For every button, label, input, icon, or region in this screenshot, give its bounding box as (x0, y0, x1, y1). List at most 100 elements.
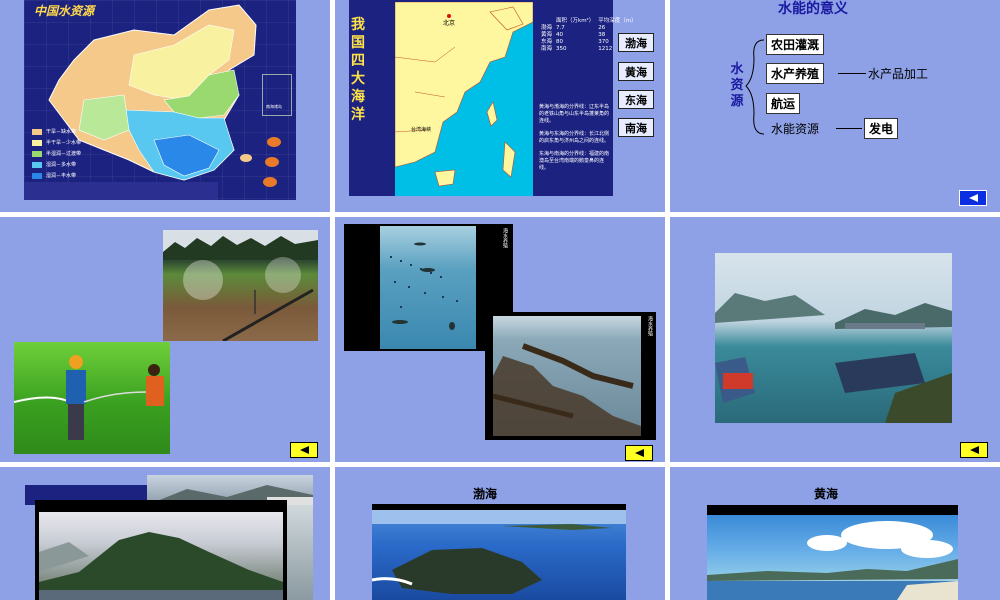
back-button[interactable] (625, 445, 653, 461)
note-text: 黄海与东海的分界线：长江北侧的启东角与济州岛之间的连线。 (539, 131, 610, 144)
table-cell: 40 (556, 32, 564, 38)
table-header: 面积（万km²） (556, 18, 595, 24)
legend-item: 半干旱－少水带 (32, 137, 81, 148)
slide-thumbnail-water-map[interactable]: 中国水资源 干旱－缺水带 半干旱－少水带 半湿润－过渡带 湿润－多水带 湿润－丰… (0, 0, 330, 212)
bohai-image (372, 510, 626, 600)
legend-label: 半湿润－过渡带 (46, 151, 82, 157)
photo-caption: 海水养殖 (647, 316, 653, 336)
power-box: 发电 (864, 118, 899, 139)
slide-thumbnail-irrigation-photos[interactable] (0, 217, 330, 462)
table-header-row: 面积（万km²） 平均深度（m） (539, 18, 639, 25)
triangle-left-icon (969, 446, 979, 454)
note-text: 东海与南海的分界线：福建的南澳岛至台湾南端的鹅銮鼻的连线。 (539, 151, 610, 171)
slide-title: 水能的意义 (778, 1, 848, 17)
table-cell: 渤海 (541, 25, 553, 31)
dam-image (39, 512, 283, 600)
dam-photo-main (35, 500, 287, 600)
nanhai-button[interactable]: 南海 (618, 118, 654, 137)
map-caption-bar (24, 182, 218, 200)
label-taiwan-strait: 台湾海峡 (411, 127, 432, 133)
mind-root: 水 资 源 (730, 62, 744, 110)
back-button[interactable] (960, 442, 988, 458)
legend-swatch (32, 161, 42, 168)
mind-brace (745, 39, 765, 135)
slide-thumbnail-aquaculture-photos[interactable]: 海水养殖 海水养殖 (335, 217, 665, 462)
harbor-graphic (715, 293, 952, 423)
seas-vertical-title: 我 国 四 大 海 洋 (349, 16, 367, 124)
aquaculture-photo-2: 海水养殖 (485, 312, 656, 440)
slide-heading: 渤海 (473, 487, 498, 501)
legend-label: 半干旱－少水带 (46, 140, 82, 146)
table-cell: 26 (598, 25, 606, 31)
table-header: 平均深度（m） (598, 18, 637, 24)
slide-heading: 黄海 (814, 487, 839, 501)
slide-thumbnail-water-significance[interactable]: 水能的意义 水 资 源 农田灌溉 水产养殖 水产品加工 航运 水能资源 发电 (670, 0, 1000, 212)
donghai-button[interactable]: 东海 (618, 90, 654, 109)
sea-farm-graphic (390, 242, 458, 330)
legend-label: 湿润－多水带 (46, 162, 77, 168)
label-beijing: 北京 (443, 20, 456, 27)
table-row: 渤海 7.7 26 (539, 25, 639, 32)
back-button[interactable] (290, 442, 318, 458)
fishing-boats-image (492, 316, 641, 436)
seas-map: 北京 台湾海峡 (394, 1, 534, 196)
table-cell: 350 (556, 46, 567, 52)
title-char: 国 (351, 35, 365, 51)
legend-label: 湿润－丰水带 (46, 173, 77, 179)
legend-item: 湿润－多水带 (32, 159, 81, 170)
mountain-graphic (39, 532, 283, 600)
irrigation-box: 农田灌溉 (766, 34, 825, 55)
legend-item: 干旱－缺水带 (32, 126, 81, 137)
map-legend: 干旱－缺水带 半干旱－少水带 半湿润－过渡带 湿润－多水带 湿润－丰水带 (32, 126, 81, 181)
slide-thumbnail-harbor-photo[interactable] (670, 217, 1000, 462)
aquaculture-box: 水产养殖 (766, 63, 825, 84)
legend-item: 湿润－丰水带 (32, 170, 81, 181)
table-cell: 东海 (541, 39, 553, 45)
root-char: 资 (730, 78, 744, 93)
huanghai-graphic (707, 521, 958, 600)
legend-swatch (32, 150, 42, 157)
back-button[interactable] (959, 190, 987, 206)
seas-notes: 黄海与渤海的分界线：辽东半岛的老铁山角与山东半岛蓬莱角的连线。 黄海与东海的分界… (539, 104, 611, 178)
fishing-boats-graphic (492, 343, 641, 436)
root-char: 水 (730, 62, 744, 77)
table-cell: 80 (556, 39, 564, 45)
connector-line (838, 73, 866, 74)
legend-label: 干旱－缺水带 (46, 129, 77, 135)
triangle-left-icon (299, 446, 309, 454)
huanghai-button[interactable]: 黄海 (618, 62, 654, 81)
root-char: 源 (730, 94, 744, 109)
sea-farm-image (380, 226, 476, 349)
title-char: 海 (351, 89, 365, 105)
seas-map-graphic (394, 1, 534, 187)
bohai-graphic (372, 510, 626, 594)
note-text: 黄海与渤海的分界线：辽东半岛的老铁山角与山东半岛蓬莱角的连线。 (539, 104, 610, 124)
bohai-button[interactable]: 渤海 (618, 33, 654, 52)
sprinkler-graphic (163, 230, 318, 341)
shipping-box: 航运 (766, 93, 801, 114)
title-char: 大 (351, 71, 365, 87)
sprinkler-field-photo (163, 230, 318, 341)
map-title: 中国水资源 (34, 4, 95, 18)
slide-thumbnail-hydropower[interactable] (0, 467, 330, 600)
harbor-photo (715, 253, 952, 423)
photo-caption: 海水养殖 (502, 228, 508, 248)
connector-line (836, 128, 862, 129)
slide-thumbnail-huanghai[interactable]: 黄海 (670, 467, 1000, 600)
inset-label: 南海诸岛 (266, 104, 282, 109)
legend-swatch (32, 139, 42, 146)
title-char: 四 (351, 53, 365, 69)
china-water-map: 中国水资源 干旱－缺水带 半干旱－少水带 半湿润－过渡带 湿润－多水带 湿润－丰… (24, 0, 296, 200)
hydropower-text: 水能资源 (771, 122, 820, 136)
slide-thumbnail-bohai[interactable]: 渤海 (335, 467, 665, 600)
bohai-photo (372, 504, 626, 600)
legend-item: 半湿润－过渡带 (32, 148, 81, 159)
triangle-left-icon (634, 449, 644, 457)
triangle-left-icon (968, 194, 978, 202)
title-char: 洋 (351, 107, 365, 123)
table-cell: 南海 (541, 46, 553, 52)
slide-thumbnail-four-seas[interactable]: 我 国 四 大 海 洋 北京 台湾海峡 面积（万km²） 平均深度（m） 渤海 (335, 0, 665, 212)
legend-swatch (32, 128, 42, 135)
huanghai-image (707, 515, 958, 600)
table-cell: 黄海 (541, 32, 553, 38)
